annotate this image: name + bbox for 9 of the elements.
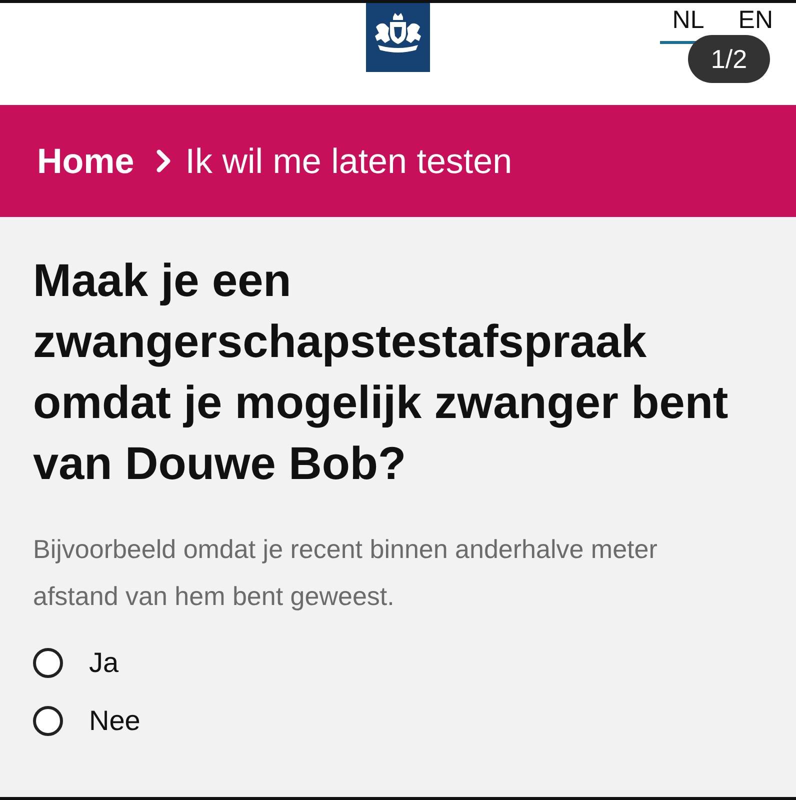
option-label[interactable]: Ja [89, 649, 119, 677]
option-label[interactable]: Nee [89, 707, 140, 735]
question-title: Maak je een zwangerschapstestafspraak omdat je mogelijk zwanger bent van Douwe Bob? [33, 253, 730, 491]
question-hint: Bijvoorbeeld omdat je recent binnen anderhalve meter afstand van hem bent geweest. [33, 533, 658, 613]
breadcrumb-link[interactable]: Home [37, 144, 134, 178]
radio-button[interactable] [33, 648, 63, 678]
breadcrumb-current: Ik wil me laten testen [185, 144, 512, 178]
radio-button[interactable] [33, 706, 63, 736]
chevron-icon [156, 149, 172, 173]
